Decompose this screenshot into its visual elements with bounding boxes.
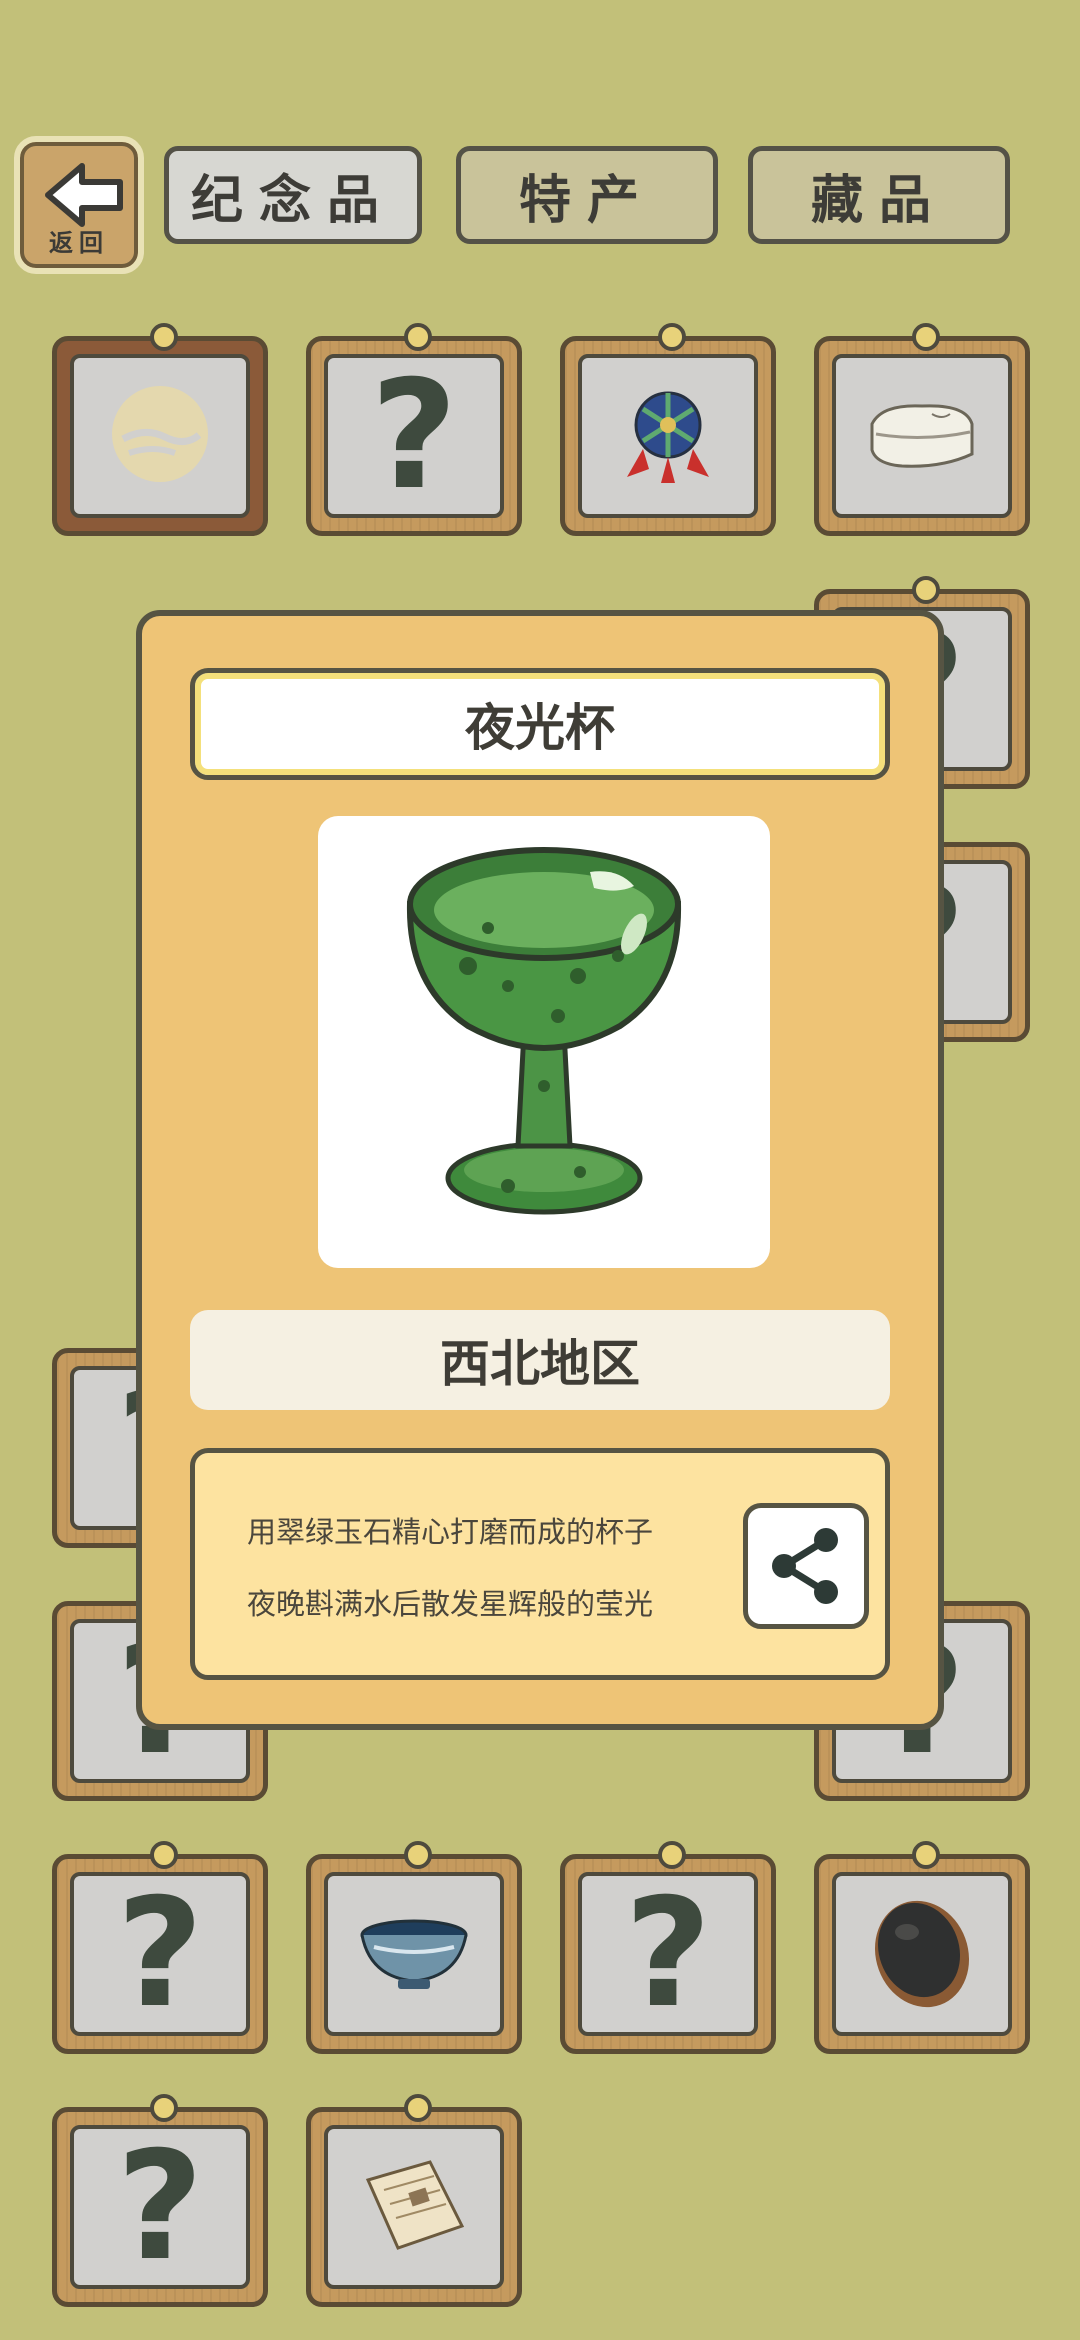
hanging-ring xyxy=(150,323,178,351)
share-button[interactable] xyxy=(743,1503,869,1629)
tab-label: 特产 xyxy=(518,170,655,231)
question-mark-icon: ? xyxy=(116,1872,204,2036)
card-face xyxy=(324,2125,504,2289)
card-face: ? xyxy=(578,1872,758,2036)
locked-item-card[interactable]: ? xyxy=(560,1841,776,2054)
item-image xyxy=(318,816,770,1268)
card-face xyxy=(578,354,758,518)
locked-item-card[interactable]: ? xyxy=(306,323,522,536)
tab-label: 藏品 xyxy=(810,170,947,231)
hanging-ring xyxy=(404,323,432,351)
hanging-ring xyxy=(404,2094,432,2122)
moon-emblem-icon xyxy=(105,379,215,493)
item-description: 用翠绿玉石精心打磨而成的杯子 夜晚斟满水后散发星辉般的莹光 xyxy=(190,1448,890,1680)
item-card[interactable] xyxy=(52,323,268,536)
hanging-ring xyxy=(150,2094,178,2122)
card-face: ? xyxy=(70,1872,250,2036)
card-face: ? xyxy=(70,2125,250,2289)
card-face xyxy=(832,1872,1012,2036)
card-face xyxy=(70,354,250,518)
folded-cloth-icon xyxy=(862,384,982,488)
card-face xyxy=(324,1872,504,2036)
item-region: 西北地区 xyxy=(190,1310,890,1410)
tab-collectibles[interactable]: 藏品 xyxy=(748,146,1010,244)
hanging-ring xyxy=(658,1841,686,1869)
tab-label: 纪念品 xyxy=(190,170,395,231)
item-name: 夜光杯 xyxy=(190,668,890,780)
card-face: ? xyxy=(324,354,504,518)
temari-ball-icon xyxy=(613,379,723,493)
hanging-ring xyxy=(404,1841,432,1869)
card-face xyxy=(832,354,1012,518)
question-mark-icon: ? xyxy=(116,2125,204,2289)
hanging-ring xyxy=(912,323,940,351)
share-icon xyxy=(772,1528,838,1604)
question-mark-icon: ? xyxy=(624,1872,712,2036)
item-card[interactable] xyxy=(814,323,1030,536)
porcelain-bowl-icon xyxy=(354,1907,474,2001)
hanging-ring xyxy=(150,1841,178,1869)
hanging-ring xyxy=(658,323,686,351)
question-mark-icon: ? xyxy=(370,354,458,518)
back-button[interactable]: 返回 xyxy=(14,136,144,274)
hanging-ring xyxy=(912,576,940,604)
tab-specialties[interactable]: 特产 xyxy=(456,146,718,244)
locked-item-card[interactable]: ? xyxy=(52,2094,268,2307)
jade-cup-icon xyxy=(406,847,682,1215)
book-icon xyxy=(354,2150,474,2264)
item-detail-dialog: 夜光杯 西北地区 用翠绿玉石精心打磨而成的杯子 夜晚斟满水后散发星辉般的莹光 xyxy=(136,610,944,1730)
inkstone-icon xyxy=(867,1892,977,2016)
back-label: 返回 xyxy=(49,229,109,257)
item-card[interactable] xyxy=(814,1841,1030,2054)
description-line: 夜晚斟满水后散发星辉般的莹光 xyxy=(247,1587,654,1621)
back-arrow-icon xyxy=(45,163,123,227)
item-card[interactable] xyxy=(306,1841,522,2054)
description-line: 用翠绿玉石精心打磨而成的杯子 xyxy=(247,1515,654,1549)
item-card[interactable] xyxy=(560,323,776,536)
item-card[interactable] xyxy=(306,2094,522,2307)
hanging-ring xyxy=(912,1841,940,1869)
tab-souvenirs[interactable]: 纪念品 xyxy=(164,146,422,244)
locked-item-card[interactable]: ? xyxy=(52,1841,268,2054)
